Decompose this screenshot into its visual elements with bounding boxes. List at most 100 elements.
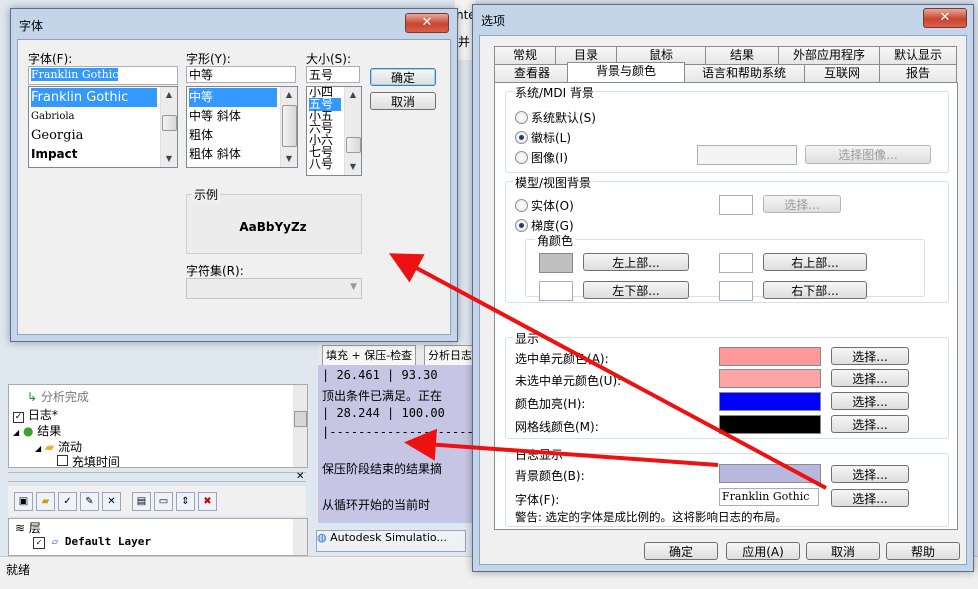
close-icon: ✕ xyxy=(939,10,951,25)
help-button[interactable]: 帮助 xyxy=(886,542,960,560)
font-size-input[interactable]: 五号 xyxy=(306,66,360,83)
font-list-thumb[interactable] xyxy=(162,115,177,131)
tab-report[interactable]: 报告 xyxy=(879,64,957,82)
select-log-font-button[interactable]: 选择... xyxy=(831,489,909,507)
font-item-impact[interactable]: Impact xyxy=(31,145,78,164)
radio-gradient[interactable] xyxy=(515,219,528,232)
radio-solid-label: 实体(O) xyxy=(531,199,574,213)
remove-icon[interactable]: ✖ xyxy=(198,492,217,511)
expand-icon[interactable]: ⇕ xyxy=(176,492,195,511)
font-ok-button[interactable]: 确定 xyxy=(370,68,436,86)
size-list-thumb[interactable] xyxy=(346,137,361,153)
style-list-scrollbar[interactable]: ▲ ▼ xyxy=(280,87,297,167)
font-list[interactable]: Franklin Gothic Gabriola Georgia Impact … xyxy=(28,86,178,168)
apply-button[interactable]: 应用(A) xyxy=(726,542,800,560)
check-arrow-icon: ↳ xyxy=(27,390,38,404)
tab-general[interactable]: 常规 xyxy=(494,46,556,64)
layer-group-row[interactable]: ≋ 层 xyxy=(15,519,41,536)
taskbar-simulation[interactable]: ◍ Autodesk Simulatio... xyxy=(316,530,466,552)
select-grid-line-button[interactable]: 选择... xyxy=(831,415,909,433)
checkbox-icon[interactable] xyxy=(57,455,68,466)
tab-results[interactable]: 结果 xyxy=(705,46,779,64)
tab-analysis-log[interactable]: 分析日志 xyxy=(424,345,476,367)
radio-solid[interactable] xyxy=(515,199,528,212)
expand-triangle-icon[interactable]: ◢ xyxy=(35,444,41,453)
select-highlight-button[interactable]: 选择... xyxy=(831,392,909,410)
scroll-down-icon[interactable]: ▼ xyxy=(345,159,361,175)
charset-dropdown[interactable]: ▼ xyxy=(186,278,362,299)
tab-external-apps[interactable]: 外部应用程序 xyxy=(778,46,880,64)
model-bg-group-title: 模型/视图背景 xyxy=(513,174,594,191)
properties-icon[interactable]: ▤ xyxy=(132,492,151,511)
style-item-bold[interactable]: 粗体 xyxy=(189,126,213,145)
tab-internet[interactable]: 互联网 xyxy=(804,64,880,82)
scroll-up-icon[interactable]: ▲ xyxy=(161,87,177,103)
tab-viewer[interactable]: 查看器 xyxy=(494,64,570,82)
bottom-left-button[interactable]: 左下部... xyxy=(583,281,689,299)
font-cancel-button[interactable]: 取消 xyxy=(370,92,436,110)
sys-bg-group-title: 系统/MDI 背景 xyxy=(513,84,596,101)
bottom-right-button[interactable]: 右下部... xyxy=(763,281,867,299)
tree-item-analysis-done[interactable]: ↳ 分析完成 xyxy=(27,388,89,405)
status-text: 就绪 xyxy=(6,563,31,577)
tab-default-display[interactable]: 默认显示 xyxy=(879,46,957,64)
size-item[interactable]: 八号 xyxy=(309,158,333,171)
top-right-button[interactable]: 右上部... xyxy=(763,253,867,271)
top-left-button[interactable]: 左上部... xyxy=(583,253,689,271)
style-item-bold-italic[interactable]: 粗体 斜体 xyxy=(189,145,241,164)
layer-row-default[interactable]: ✓ ▱ Default Layer xyxy=(33,535,151,549)
select-selected-cell-button[interactable]: 选择... xyxy=(831,347,909,365)
select-log-bg-button[interactable]: 选择... xyxy=(831,465,909,483)
radio-logo[interactable] xyxy=(515,131,528,144)
delete-icon[interactable]: ✕ xyxy=(102,492,121,511)
scroll-up-icon[interactable]: ▲ xyxy=(281,87,297,103)
edit-icon[interactable]: ✎ xyxy=(80,492,99,511)
tree-item-fill-time[interactable]: 充填时间 xyxy=(57,453,120,467)
tab-fill-pack-check[interactable]: 填充 + 保压-检查 xyxy=(322,345,417,367)
radio-image[interactable] xyxy=(515,151,528,164)
font-name-input[interactable]: Franklin Gothic xyxy=(28,66,178,85)
font-item-gabriola[interactable]: Gabriola xyxy=(31,107,75,126)
new-layer-icon[interactable]: ▣ xyxy=(14,492,33,511)
expand-triangle-icon[interactable]: ◢ xyxy=(13,428,19,437)
splitter[interactable] xyxy=(8,472,306,482)
font-style-list[interactable]: 中等 中等 斜体 粗体 粗体 斜体 ▲ ▼ xyxy=(186,86,298,168)
select-solid-button[interactable]: 选择... xyxy=(763,195,841,213)
scroll-down-icon[interactable]: ▼ xyxy=(281,151,297,167)
layer-up-icon[interactable]: ▭ xyxy=(154,492,173,511)
solid-color-swatch xyxy=(719,195,753,215)
select-unselected-cell-button[interactable]: 选择... xyxy=(831,369,909,387)
radio-system-default[interactable] xyxy=(515,111,528,124)
style-item-medium-italic[interactable]: 中等 斜体 xyxy=(189,107,241,126)
font-item-georgia[interactable]: Georgia xyxy=(31,126,83,145)
font-style-input[interactable]: 中等 xyxy=(186,66,296,83)
close-pane-icon[interactable]: ✕ xyxy=(296,471,304,482)
options-close-button[interactable]: ✕ xyxy=(923,8,967,28)
tree-scroll-thumb[interactable] xyxy=(294,411,307,427)
tab-background-color[interactable]: 背景与颜色 xyxy=(567,62,685,82)
ok-button[interactable]: 确定 xyxy=(644,542,718,560)
font-size-list[interactable]: 小四 五号 小五 六号 小六 七号 八号 ▲ ▼ xyxy=(306,86,362,176)
style-item-medium[interactable]: 中等 xyxy=(189,88,277,107)
tree-item-log[interactable]: ✓ 日志* xyxy=(13,406,58,423)
folder-open-icon[interactable]: ▰ xyxy=(36,492,55,511)
scroll-up-icon[interactable]: ▲ xyxy=(345,87,361,103)
style-list-thumb[interactable] xyxy=(282,105,297,147)
scroll-down-icon[interactable]: ▼ xyxy=(161,151,177,167)
layers-icon: ≋ xyxy=(15,521,26,535)
check-icon[interactable]: ✓ xyxy=(58,492,77,511)
checkbox-checked-icon[interactable]: ✓ xyxy=(33,537,45,549)
tree-item-results[interactable]: ◢ ● 结果 xyxy=(13,422,61,439)
tree-scrollbar[interactable] xyxy=(293,385,307,467)
image-path-field[interactable] xyxy=(697,145,797,165)
sample-title: 示例 xyxy=(192,186,221,203)
charset-label: 字符集(R): xyxy=(186,264,244,278)
size-list-scrollbar[interactable]: ▲ ▼ xyxy=(344,87,361,175)
font-item-franklin[interactable]: Franklin Gothic xyxy=(31,88,157,107)
tab-language-help[interactable]: 语言和帮助系统 xyxy=(683,64,805,82)
font-close-button[interactable]: ✕ xyxy=(405,13,449,33)
font-list-scrollbar[interactable]: ▲ ▼ xyxy=(160,87,177,167)
select-image-button[interactable]: 选择图像... xyxy=(805,145,931,164)
layer-scrollbar[interactable] xyxy=(293,519,307,555)
cancel-button[interactable]: 取消 xyxy=(806,542,880,560)
